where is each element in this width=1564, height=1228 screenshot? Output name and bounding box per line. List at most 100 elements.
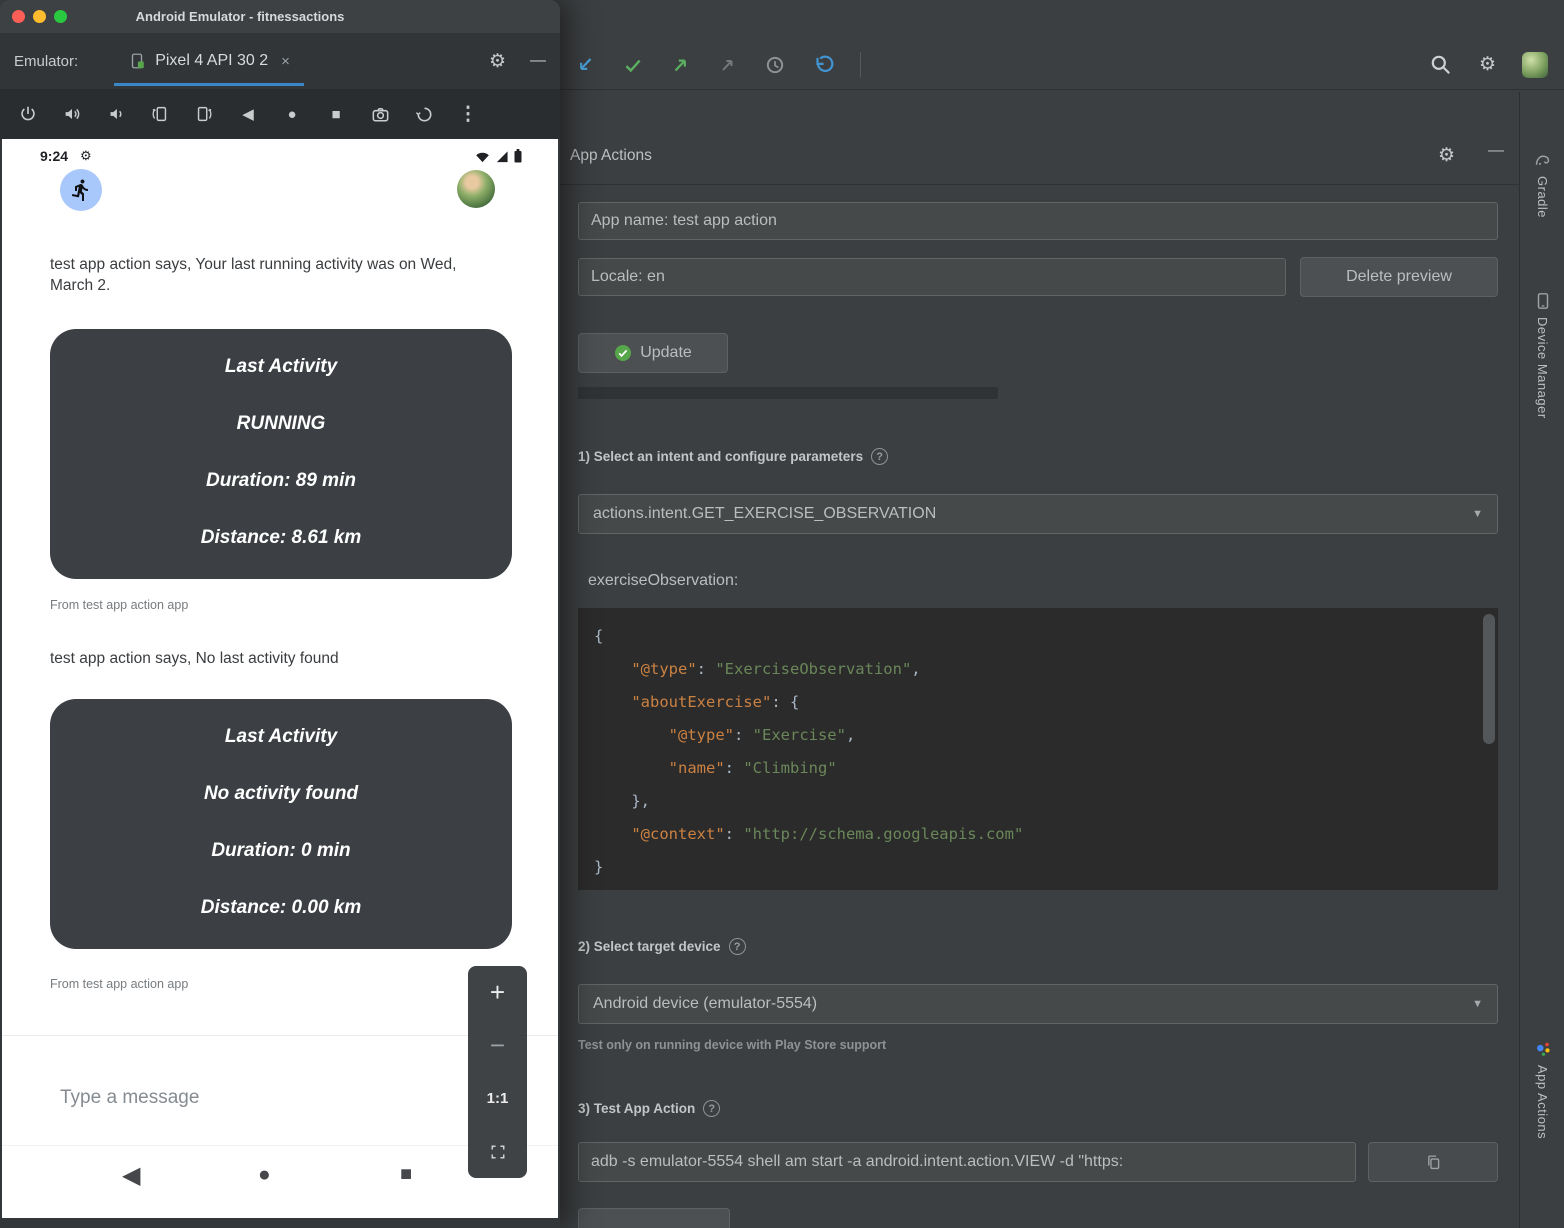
stripe-item-app-actions[interactable]: App Actions <box>1520 1040 1564 1139</box>
close-window-button[interactable] <box>12 10 25 23</box>
status-time: 9:24 <box>40 148 68 164</box>
nav-back-button[interactable]: ◀ <box>122 1161 140 1190</box>
back-button[interactable]: ◀ <box>226 105 270 123</box>
delete-preview-label: Delete preview <box>1346 268 1452 286</box>
panel-header-divider <box>560 184 1519 185</box>
section-3-label: 3) Test App Action ? <box>578 1100 720 1117</box>
nav-home-button[interactable]: ● <box>258 1163 271 1187</box>
zoom-in-button[interactable]: + <box>468 966 527 1019</box>
snapshot-restore-button[interactable] <box>402 104 446 125</box>
update-button[interactable]: Update <box>578 333 728 373</box>
rotate-right-button[interactable] <box>182 104 226 124</box>
zoom-fit-button[interactable] <box>468 1125 527 1178</box>
user-avatar <box>457 170 495 208</box>
emulator-window: Android Emulator - fitnessactions Emulat… <box>0 0 560 1228</box>
undo-icon[interactable] <box>812 54 834 76</box>
update-label: Update <box>640 344 692 362</box>
chevron-down-icon: ▼ <box>1472 508 1483 520</box>
zoom-ratio-button[interactable]: 1:1 <box>468 1072 527 1125</box>
delete-preview-button[interactable]: Delete preview <box>1300 257 1498 297</box>
emulator-titlebar: Android Emulator - fitnessactions <box>0 0 560 33</box>
minimize-window-button[interactable] <box>33 10 46 23</box>
device-note: Test only on running device with Play St… <box>578 1038 886 1052</box>
volume-up-button[interactable] <box>50 104 94 124</box>
more-options-button[interactable]: ⋮ <box>446 103 490 126</box>
help-icon[interactable]: ? <box>729 938 746 955</box>
power-button[interactable] <box>6 104 50 124</box>
copy-icon <box>1425 1154 1442 1171</box>
volume-down-button[interactable] <box>94 104 138 124</box>
update-check-icon <box>614 344 632 362</box>
emulator-minimize-icon[interactable]: — <box>530 52 546 70</box>
card-title: Last Activity <box>62 726 500 748</box>
zoom-out-button[interactable]: − <box>468 1019 527 1072</box>
emulator-tab-bar: Emulator: Pixel 4 API 30 2 × ⚙ — <box>0 33 560 89</box>
section-2-label: 2) Select target device ? <box>578 938 746 955</box>
emulator-settings-icon[interactable]: ⚙ <box>489 52 506 71</box>
card-title: Last Activity <box>62 356 500 378</box>
chevron-down-icon: ▼ <box>1472 998 1483 1010</box>
stripe-item-gradle[interactable]: Gradle <box>1520 152 1564 218</box>
search-icon[interactable] <box>1429 53 1453 77</box>
card-duration: Duration: 0 min <box>62 840 500 862</box>
home-button[interactable]: ● <box>270 106 314 123</box>
phone-screen: 9:24 ⚙ test app action says, Your last r… <box>2 139 558 1218</box>
card-duration: Duration: 89 min <box>62 470 500 492</box>
maximize-window-button[interactable] <box>54 10 67 23</box>
card-distance: Distance: 8.61 km <box>62 527 500 549</box>
message-input[interactable] <box>60 1077 360 1119</box>
profile-avatar[interactable] <box>1522 52 1548 78</box>
app-actions-icon <box>1534 1040 1552 1058</box>
check-icon[interactable] <box>622 54 644 76</box>
signal-icon <box>495 150 509 163</box>
chat-message: test app action says, Your last running … <box>50 254 460 296</box>
battery-icon <box>514 149 522 163</box>
panel-minimize-icon[interactable]: — <box>1488 142 1504 160</box>
assistant-avatar <box>60 169 102 211</box>
runner-icon <box>69 178 93 202</box>
locale-field[interactable] <box>578 258 1286 296</box>
panel-title: App Actions <box>570 147 652 165</box>
arrow-northeast-dim-icon[interactable] <box>718 55 738 75</box>
arrow-northeast-icon[interactable] <box>670 54 692 76</box>
stripe-label-gradle: Gradle <box>1535 176 1550 218</box>
card-activity: RUNNING <box>62 413 500 435</box>
wifi-icon <box>475 150 490 163</box>
screenshot-camera-button[interactable] <box>358 104 402 125</box>
section-1-label: 1) Select an intent and configure parame… <box>578 448 888 465</box>
obscured-text-bar <box>578 387 998 399</box>
copy-command-button[interactable] <box>1368 1142 1498 1182</box>
app-name-field[interactable] <box>578 202 1498 240</box>
device-value: Android device (emulator-5554) <box>593 995 817 1013</box>
window-title: Android Emulator - fitnessactions <box>90 9 390 24</box>
device-tab[interactable]: Pixel 4 API 30 2 × <box>114 33 304 89</box>
arrow-southwest-icon[interactable] <box>574 54 596 76</box>
rotate-left-button[interactable] <box>138 104 182 124</box>
active-tab-underline <box>114 83 304 86</box>
overview-button[interactable]: ■ <box>314 106 358 123</box>
card-activity: No activity found <box>62 783 500 805</box>
toolbar-divider <box>860 52 861 78</box>
partial-bottom-button[interactable] <box>578 1208 730 1228</box>
stripe-label-device-manager: Device Manager <box>1535 317 1550 419</box>
activity-card: Last Activity No activity found Duration… <box>50 699 512 949</box>
settings-gear-icon[interactable]: ⚙ <box>1479 55 1496 74</box>
json-code-block[interactable]: { "@type": "ExerciseObservation", "about… <box>578 608 1498 890</box>
close-tab-icon[interactable]: × <box>281 53 290 70</box>
intent-dropdown[interactable]: actions.intent.GET_EXERCISE_OBSERVATION … <box>578 494 1498 534</box>
help-icon[interactable]: ? <box>703 1100 720 1117</box>
help-icon[interactable]: ? <box>871 448 888 465</box>
stripe-item-device-manager[interactable]: Device Manager <box>1520 292 1564 419</box>
gradle-icon <box>1534 152 1551 169</box>
target-device-dropdown[interactable]: Android device (emulator-5554) ▼ <box>578 984 1498 1024</box>
history-clock-icon[interactable] <box>764 54 786 76</box>
panel-settings-icon[interactable]: ⚙ <box>1438 146 1455 165</box>
chat-caption: From test app action app <box>50 977 188 991</box>
code-scrollbar-thumb[interactable] <box>1483 614 1495 744</box>
adb-command-field[interactable] <box>578 1142 1356 1182</box>
parameter-label: exerciseObservation: <box>588 572 738 590</box>
ide-main-toolbar: ⚙ <box>560 40 1564 90</box>
nav-overview-button[interactable]: ■ <box>400 1163 412 1186</box>
emulator-label: Emulator: <box>14 53 78 70</box>
card-distance: Distance: 0.00 km <box>62 897 500 919</box>
